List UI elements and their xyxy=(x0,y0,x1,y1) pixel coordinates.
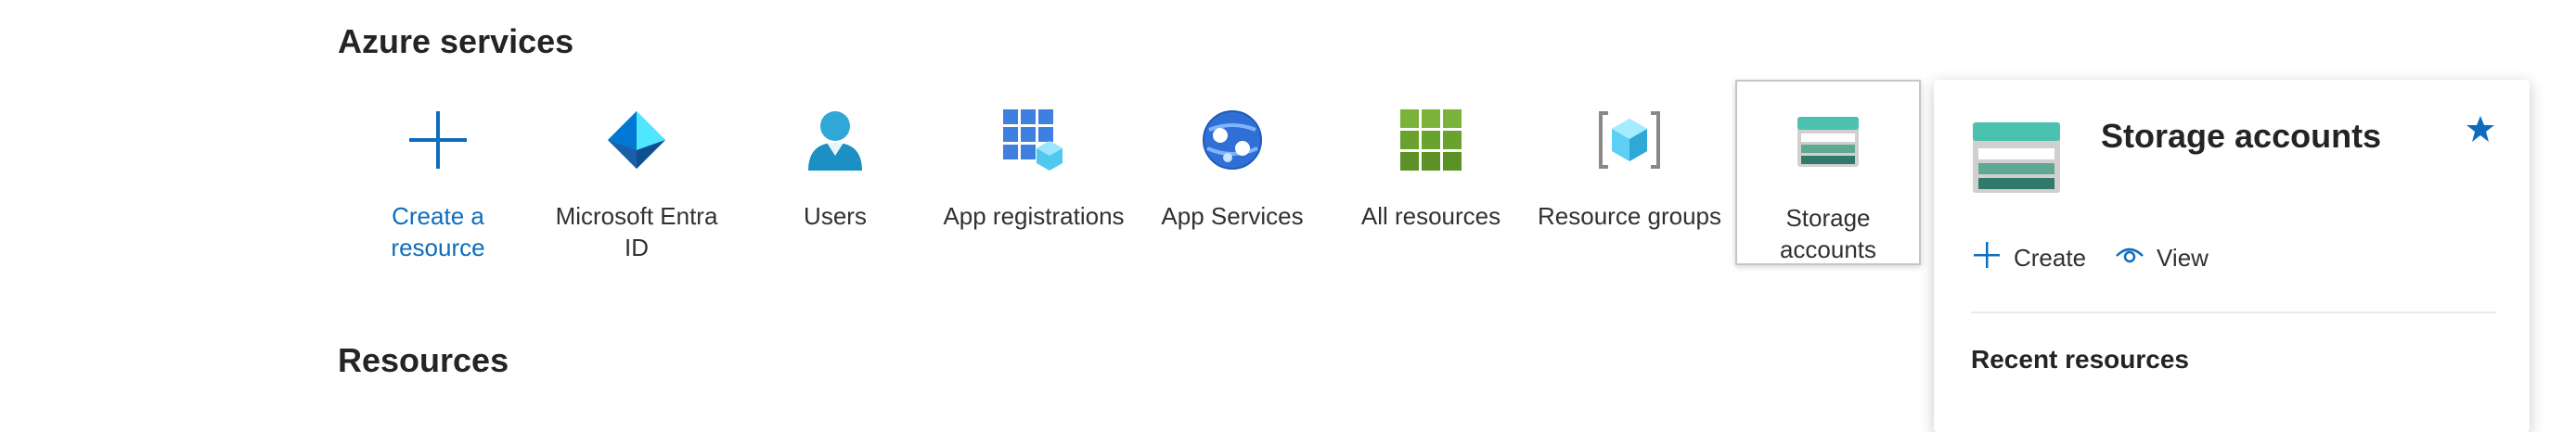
resources-heading: Resources xyxy=(338,341,509,379)
storage-accounts-icon xyxy=(1973,122,2060,193)
create-action-label: Create xyxy=(2014,244,2087,272)
storage-accounts-label: Storage accounts xyxy=(1779,204,1877,263)
create-resource-tile[interactable]: Create a resource xyxy=(345,93,531,269)
all-resources-tile[interactable]: All resources xyxy=(1338,93,1524,269)
storage-accounts-icon xyxy=(1796,109,1861,174)
resource-groups-label: Resource groups xyxy=(1538,202,1721,230)
view-action-label: View xyxy=(2157,244,2209,272)
create-action-button[interactable]: Create xyxy=(1971,239,2086,277)
eye-icon xyxy=(2114,239,2145,277)
entra-id-icon xyxy=(604,108,669,172)
app-services-label: App Services xyxy=(1161,202,1304,230)
all-resources-label: All resources xyxy=(1360,202,1501,230)
flyout-actions: Create View xyxy=(1971,239,2209,277)
entra-id-label: Microsoft Entra ID xyxy=(555,202,718,261)
app-registrations-label: App registrations xyxy=(943,202,1125,230)
app-services-icon xyxy=(1200,108,1265,172)
azure-services-heading: Azure services xyxy=(338,22,574,60)
entra-id-tile[interactable]: Microsoft Entra ID xyxy=(544,93,729,269)
view-action-button[interactable]: View xyxy=(2114,239,2209,277)
resource-groups-tile[interactable]: Resource groups xyxy=(1537,93,1722,269)
resource-groups-icon xyxy=(1597,108,1662,172)
recent-resources-heading: Recent resources xyxy=(1971,345,2190,374)
flyout-divider xyxy=(1971,311,2496,313)
storage-accounts-tile[interactable]: Storage accounts xyxy=(1735,80,1921,265)
app-registrations-tile[interactable]: App registrations xyxy=(941,93,1127,269)
app-registrations-icon xyxy=(1001,108,1066,172)
users-tile[interactable]: Users xyxy=(742,93,928,269)
storage-accounts-flyout: Storage accounts Create View Recent reso… xyxy=(1934,80,2530,432)
flyout-title: Storage accounts xyxy=(2101,117,2382,155)
azure-services-list: Create a resource Microsoft Entra ID Use… xyxy=(345,80,1923,278)
plus-icon xyxy=(406,108,470,172)
star-icon[interactable] xyxy=(2465,113,2496,145)
plus-icon xyxy=(1971,239,2003,277)
all-resources-grid-icon xyxy=(1398,108,1463,172)
app-services-tile[interactable]: App Services xyxy=(1140,93,1325,269)
user-icon xyxy=(803,108,868,172)
create-resource-label: Create a resource xyxy=(391,202,485,261)
users-label: Users xyxy=(804,202,867,230)
